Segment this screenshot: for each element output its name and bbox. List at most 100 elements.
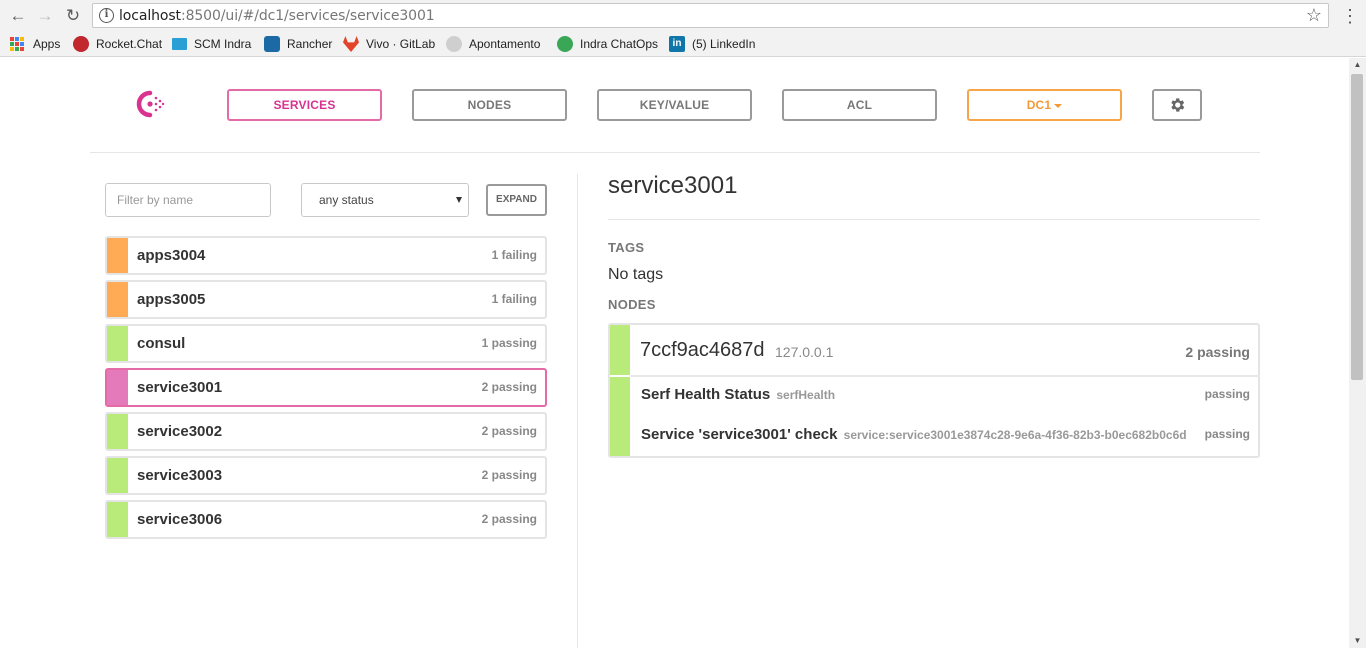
service-status: 1 failing [491, 248, 537, 262]
scroll-up-arrow-icon[interactable]: ▲ [1349, 58, 1366, 72]
bookmark-linkedin[interactable]: in (5) LinkedIn [669, 35, 755, 53]
browser-menu-icon[interactable]: ⋮ [1340, 5, 1360, 27]
bookmark-gitlab[interactable]: Vivo · GitLab [343, 35, 435, 53]
tab-acl[interactable]: ACL [782, 89, 937, 121]
node-name[interactable]: 7ccf9ac4687d [640, 339, 765, 362]
bookmark-label: (5) LinkedIn [692, 37, 756, 51]
check-status: passing [1204, 427, 1250, 441]
status-bar-selected [107, 370, 128, 405]
forward-arrow-icon[interactable]: → [34, 5, 56, 27]
node-panel[interactable]: 7ccf9ac4687d 127.0.0.1 2 passing Serf He… [608, 323, 1260, 458]
service-row-consul[interactable]: consul 1 passing [105, 324, 547, 363]
status-bar-failing [107, 238, 128, 273]
status-filter-select[interactable]: any status [301, 183, 469, 217]
back-arrow-icon[interactable]: ← [7, 5, 29, 27]
service-row-service3006[interactable]: service3006 2 passing [105, 500, 547, 539]
bookmark-label: Apps [33, 37, 61, 51]
chatops-icon [557, 36, 573, 52]
service-status: 1 passing [481, 336, 537, 350]
datacenter-label: DC1 [1026, 98, 1052, 112]
url-path: :8500/ui/#/dc1/services/service3001 [180, 8, 435, 24]
apps-grid-icon [10, 37, 24, 51]
apontamento-icon [446, 36, 462, 52]
url-text[interactable]: localhost:8500/ui/#/dc1/services/service… [119, 8, 435, 24]
bookmark-apps[interactable]: Apps [10, 35, 60, 53]
status-filter-value: any status [319, 193, 374, 207]
checks-status-bar [610, 377, 630, 456]
service-status: 2 passing [481, 424, 537, 438]
status-bar-passing [107, 414, 128, 449]
service-detail-title: service3001 [608, 172, 738, 199]
address-bar[interactable]: i localhost:8500/ui/#/dc1/services/servi… [92, 3, 1329, 28]
bookmark-rancher[interactable]: Rancher [264, 35, 332, 53]
scm-indra-icon [172, 38, 187, 50]
bookmark-scm-indra[interactable]: SCM Indra [172, 35, 251, 53]
page-scrollbar[interactable]: ▲ ▼ [1349, 58, 1366, 648]
service-name: apps3005 [137, 291, 206, 308]
bookmark-label: Rancher [287, 37, 333, 51]
service-row-apps3005[interactable]: apps3005 1 failing [105, 280, 547, 319]
scroll-thumb[interactable] [1351, 74, 1363, 380]
service-status: 1 failing [491, 292, 537, 306]
service-name: service3006 [137, 511, 223, 528]
select-arrow-icon [456, 197, 462, 203]
consul-logo-icon[interactable] [135, 89, 167, 119]
status-bar-passing [107, 502, 128, 537]
bookmark-label: Indra ChatOps [580, 37, 659, 51]
bookmark-apontamento[interactable]: Apontamento [446, 35, 540, 53]
bookmark-label: Vivo · GitLab [366, 37, 436, 51]
browser-toolbar: ← → ↻ i localhost:8500/ui/#/dc1/services… [0, 0, 1366, 31]
service-status: 2 passing [481, 512, 537, 526]
service-status: 2 passing [481, 468, 537, 482]
status-bar-passing [107, 458, 128, 493]
health-check-row: Service 'service3001' check service:serv… [641, 426, 1187, 443]
check-id: service:service3001e3874c28-9e6a-4f36-82… [843, 428, 1187, 442]
scroll-down-arrow-icon[interactable]: ▼ [1349, 634, 1366, 648]
info-icon[interactable]: i [99, 8, 114, 23]
check-status: passing [1204, 387, 1250, 401]
reload-icon[interactable]: ↻ [62, 5, 84, 27]
check-id: serfHealth [776, 388, 836, 402]
node-status-bar [610, 325, 630, 375]
service-name: consul [137, 335, 186, 352]
linkedin-icon: in [669, 36, 685, 52]
bookmark-label: Apontamento [469, 37, 541, 51]
column-divider [577, 174, 578, 648]
tags-value: No tags [608, 266, 664, 283]
rancher-icon [264, 36, 280, 52]
tab-key-value[interactable]: KEY/VALUE [597, 89, 752, 121]
gitlab-icon [343, 36, 359, 52]
bookmark-indra-chatops[interactable]: Indra ChatOps [557, 35, 658, 53]
rocketchat-icon [73, 36, 89, 52]
settings-button[interactable] [1152, 89, 1202, 121]
status-bar-failing [107, 282, 128, 317]
node-check-summary: 2 passing [1185, 344, 1250, 360]
detail-divider [608, 219, 1260, 220]
health-check-row: Serf Health Status serfHealth [641, 386, 835, 403]
tab-services[interactable]: SERVICES [227, 89, 382, 121]
check-name: Serf Health Status [641, 386, 771, 403]
service-row-service3001[interactable]: service3001 2 passing [105, 368, 547, 407]
bookmark-rocketchat[interactable]: Rocket.Chat [73, 35, 162, 53]
node-address: 127.0.0.1 [775, 344, 834, 360]
bookmarks-bar: Apps Rocket.Chat SCM Indra Rancher Vivo … [0, 31, 1366, 57]
service-name: service3001 [137, 379, 223, 396]
header-divider [90, 152, 1260, 153]
check-name: Service 'service3001' check [641, 426, 838, 443]
service-name: apps3004 [137, 247, 206, 264]
service-name: service3003 [137, 467, 223, 484]
bookmark-label: SCM Indra [194, 37, 252, 51]
expand-button[interactable]: EXPAND [486, 184, 547, 216]
service-row-apps3004[interactable]: apps3004 1 failing [105, 236, 547, 275]
caret-down-icon [1054, 103, 1063, 108]
tab-nodes[interactable]: NODES [412, 89, 567, 121]
datacenter-dropdown[interactable]: DC1 [967, 89, 1122, 121]
bookmark-star-icon[interactable]: ☆ [1306, 5, 1322, 26]
bookmark-label: Rocket.Chat [96, 37, 163, 51]
tags-heading: TAGS [608, 240, 645, 255]
service-row-service3003[interactable]: service3003 2 passing [105, 456, 547, 495]
filter-by-name-input[interactable] [105, 183, 271, 217]
service-row-service3002[interactable]: service3002 2 passing [105, 412, 547, 451]
service-status: 2 passing [481, 380, 537, 394]
gear-icon [1171, 98, 1185, 112]
